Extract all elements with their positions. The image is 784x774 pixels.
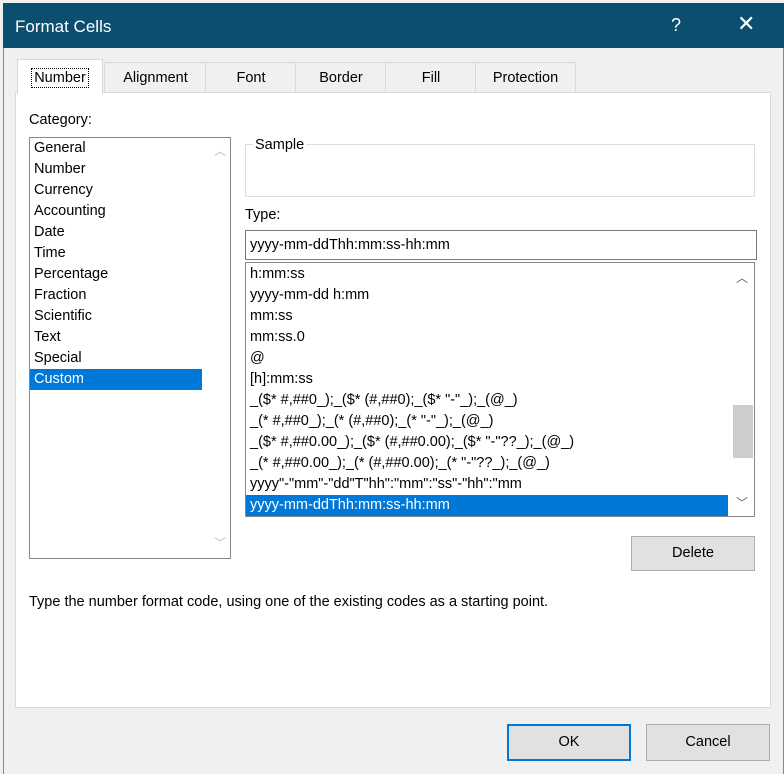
type-item[interactable]: _(* #,##0_);_(* (#,##0);_(* "-"_);_(@_)	[246, 411, 728, 432]
type-item[interactable]: mm:ss	[246, 306, 728, 327]
category-item[interactable]: Time	[30, 243, 202, 264]
description-text: Type the number format code, using one o…	[29, 594, 549, 610]
category-item[interactable]: Special	[30, 348, 202, 369]
tab-border[interactable]: Border	[295, 62, 387, 93]
type-label: Type:	[245, 207, 281, 223]
scroll-up-icon[interactable]: ︿	[208, 140, 232, 162]
type-item[interactable]: yyyy"-"mm"-"dd"T"hh":"mm":"ss"-"hh":"mm	[246, 474, 728, 495]
type-item[interactable]: _($* #,##0.00_);_($* (#,##0.00);_($* "-"…	[246, 432, 728, 453]
type-item[interactable]: yyyy-mm-dd h:mm	[246, 285, 728, 306]
category-item[interactable]: Date	[30, 222, 202, 243]
category-list[interactable]: General Number Currency Accounting Date Time P…	[29, 137, 231, 559]
type-item[interactable]: _($* #,##0_);_($* (#,##0);_($* "-"_);_(@…	[246, 390, 728, 411]
sample-group	[245, 144, 755, 197]
category-label: Category:	[29, 112, 92, 128]
type-item[interactable]: mm:ss.0	[246, 327, 728, 348]
tab-alignment[interactable]: Alignment	[104, 62, 207, 93]
tab-label: Number	[31, 68, 89, 88]
category-item[interactable]: Text	[30, 327, 202, 348]
type-item[interactable]: @	[246, 348, 728, 369]
tab-protection[interactable]: Protection	[475, 62, 576, 93]
category-scrollbar[interactable]: ︿ ﹀	[208, 138, 230, 558]
category-item[interactable]: Fraction	[30, 285, 202, 306]
type-item[interactable]: [h]:mm:ss	[246, 369, 728, 390]
category-item[interactable]: Number	[30, 159, 202, 180]
close-button[interactable]: ✕	[737, 11, 755, 37]
help-button[interactable]: ?	[671, 15, 681, 36]
scroll-up-icon[interactable]: ︿	[730, 267, 754, 289]
category-item[interactable]: Percentage	[30, 264, 202, 285]
title-bar: Format Cells ? ✕	[3, 3, 784, 48]
tab-number[interactable]: Number	[17, 59, 103, 94]
category-item[interactable]: Custom	[30, 369, 202, 390]
type-item[interactable]: h:mm:ss	[246, 264, 728, 285]
type-list[interactable]: h:mm:ss yyyy-mm-dd h:mm mm:ss mm:ss.0 @ [h]:m…	[245, 262, 755, 517]
scrollbar-thumb[interactable]	[733, 405, 753, 458]
category-item[interactable]: General	[30, 138, 202, 159]
type-input[interactable]	[245, 230, 757, 260]
ok-button[interactable]: OK	[507, 724, 631, 761]
tab-font[interactable]: Font	[205, 62, 297, 93]
type-item[interactable]: yyyy-mm-ddThh:mm:ss-hh:mm	[246, 495, 728, 516]
scroll-down-icon[interactable]: ﹀	[208, 532, 232, 554]
type-item[interactable]: _(* #,##0.00_);_(* (#,##0.00);_(* "-"??_…	[246, 453, 728, 474]
scroll-down-icon[interactable]: ﹀	[730, 492, 754, 514]
category-item[interactable]: Scientific	[30, 306, 202, 327]
tab-fill[interactable]: Fill	[385, 62, 477, 93]
sample-label: Sample	[253, 137, 307, 153]
dialog-title: Format Cells	[15, 17, 112, 36]
type-scrollbar[interactable]: ︿ ﹀	[730, 263, 754, 516]
category-item[interactable]: Accounting	[30, 201, 202, 222]
category-item[interactable]: Currency	[30, 180, 202, 201]
cancel-button[interactable]: Cancel	[646, 724, 770, 761]
delete-button[interactable]: Delete	[631, 536, 755, 571]
